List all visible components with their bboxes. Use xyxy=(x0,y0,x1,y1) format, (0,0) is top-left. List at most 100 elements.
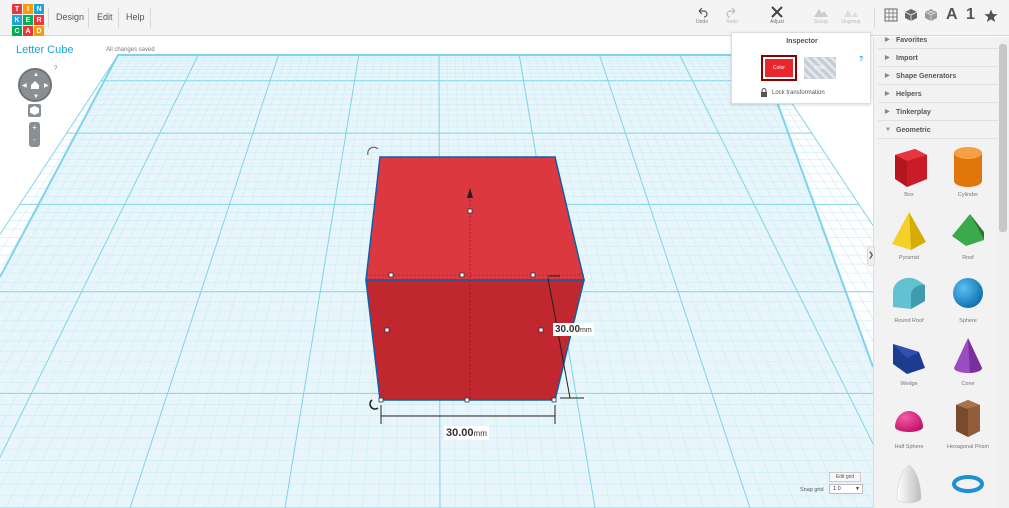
section-import[interactable]: ▶ Import xyxy=(878,50,1000,67)
resize-handle xyxy=(551,397,557,403)
home-icon[interactable] xyxy=(30,80,40,90)
shape-half-sphere[interactable]: Half Sphere xyxy=(879,397,939,450)
resize-handle xyxy=(384,327,390,333)
box-icon xyxy=(895,149,927,187)
shape-paraboloid[interactable] xyxy=(879,462,939,506)
dropdown-arrow-icon: ▼ xyxy=(855,486,860,492)
tinkercad-editor: TIN KER CAD Design Edit Help Undo Redo A… xyxy=(0,0,1009,508)
shape-roof[interactable]: Roof xyxy=(938,208,998,261)
workplane-grid xyxy=(0,54,873,508)
inspector-panel: Inspector Color Hole ? Lock transformati… xyxy=(731,32,871,104)
half-sphere-icon xyxy=(895,411,923,432)
navigation-help[interactable]: ? xyxy=(54,66,57,72)
resize-handle xyxy=(530,272,536,278)
number-tool-button[interactable]: 1 xyxy=(966,6,975,24)
shape-box[interactable]: Box xyxy=(879,145,939,198)
wedge-icon xyxy=(893,344,925,374)
pyramid-icon xyxy=(892,212,926,250)
edit-grid-button[interactable]: Edit grid xyxy=(829,472,861,482)
hole-button[interactable]: Hole xyxy=(804,57,836,79)
hexagonal-prism-icon xyxy=(956,400,980,437)
snap-grid-label: Snap grid xyxy=(800,487,824,493)
solid-cube-icon[interactable] xyxy=(904,8,918,22)
menu-design[interactable]: Design xyxy=(56,12,84,22)
shape-cone[interactable]: Cone xyxy=(938,334,998,387)
adjust-icon xyxy=(771,6,783,18)
chevron-right-icon: ▶ xyxy=(885,55,890,61)
section-geometric[interactable]: ▼ Geometric xyxy=(878,122,1000,139)
orbit-left-icon[interactable]: ◀ xyxy=(22,83,27,89)
undo-button[interactable]: Undo xyxy=(688,6,716,25)
undo-icon xyxy=(698,7,708,18)
tinkercad-logo[interactable]: TIN KER CAD xyxy=(12,4,44,36)
shape-hexagonal-prism[interactable]: Hexagonal Prism xyxy=(938,397,998,450)
snap-grid-select[interactable]: 1.0 ▼ xyxy=(829,484,863,494)
color-swatch: Color xyxy=(765,59,793,77)
orbit-up-icon[interactable]: ▲ xyxy=(33,72,39,78)
resize-handle xyxy=(467,208,473,214)
shape-pyramid[interactable]: Pyramid xyxy=(879,208,939,261)
redo-button[interactable]: Redo xyxy=(718,6,746,25)
orbit-right-icon[interactable]: ▶ xyxy=(44,83,49,89)
lock-icon xyxy=(761,88,767,97)
section-tinkerplay[interactable]: ▶ Tinkerplay xyxy=(878,104,1000,121)
chevron-right-icon: ▶ xyxy=(885,37,890,43)
save-status: All changes saved xyxy=(106,47,155,53)
star-icon[interactable] xyxy=(984,9,998,23)
sphere-icon xyxy=(953,278,983,308)
cube-view-icon xyxy=(30,106,39,115)
chevron-right-icon: ▶ xyxy=(885,91,890,97)
zoom-out-button[interactable]: - xyxy=(29,134,40,146)
group-icon xyxy=(814,9,828,17)
workplane-icon[interactable] xyxy=(884,8,898,22)
menu-help[interactable]: Help xyxy=(126,12,145,22)
chevron-right-icon: ▶ xyxy=(885,73,890,79)
torus-icon xyxy=(952,475,984,493)
chevron-right-icon: ❯ xyxy=(868,252,874,259)
paraboloid-icon xyxy=(896,464,922,504)
group-button[interactable]: Group xyxy=(807,6,835,25)
lock-transformation-toggle[interactable]: Lock transformation xyxy=(760,88,825,97)
section-shape-generators[interactable]: ▶ Shape Generators xyxy=(878,68,1000,85)
round-roof-icon xyxy=(893,277,925,309)
resize-handle xyxy=(464,397,470,403)
design-title[interactable]: Letter Cube xyxy=(16,44,73,56)
resize-handle xyxy=(388,272,394,278)
redo-icon xyxy=(726,7,736,18)
resize-handle xyxy=(378,397,384,403)
adjust-button[interactable]: Adjust xyxy=(763,6,791,25)
view-cube-button[interactable] xyxy=(28,104,41,117)
section-helpers[interactable]: ▶ Helpers xyxy=(878,86,1000,103)
workplane-viewport[interactable] xyxy=(0,37,873,508)
top-toolbar: TIN KER CAD Design Edit Help Undo Redo A… xyxy=(0,0,1009,36)
orbit-down-icon[interactable]: ▼ xyxy=(33,94,39,100)
scrollbar-thumb[interactable] xyxy=(999,44,1007,232)
orbit-control[interactable]: ▲ ▼ ◀ ▶ xyxy=(18,68,52,102)
width-dimension-label[interactable]: 30.00mm xyxy=(444,426,489,440)
shape-sphere[interactable]: Sphere xyxy=(938,271,998,324)
shapes-panel: ▶ Favorites ▶ Import ▶ Shape Generators ▶ He… xyxy=(873,37,1009,508)
zoom-in-button[interactable]: + xyxy=(29,122,40,134)
ungroup-button[interactable]: Ungroup xyxy=(837,6,865,25)
chevron-down-icon: ▼ xyxy=(885,127,891,133)
color-button[interactable]: Color xyxy=(761,55,797,81)
resize-handle xyxy=(538,327,544,333)
roof-icon xyxy=(952,214,984,246)
shape-cylinder[interactable]: Cylinder xyxy=(938,145,998,198)
inspector-title: Inspector xyxy=(786,38,818,45)
cylinder-icon xyxy=(954,147,982,187)
chevron-right-icon: ▶ xyxy=(885,109,890,115)
ungroup-icon xyxy=(844,10,858,17)
shape-wedge[interactable]: Wedge xyxy=(879,334,939,387)
inspector-help[interactable]: ? xyxy=(859,56,863,63)
depth-dimension-label[interactable]: 30.00mm xyxy=(553,323,594,336)
shape-torus[interactable] xyxy=(938,462,998,506)
wire-cube-icon[interactable] xyxy=(924,8,938,22)
shape-round-roof[interactable]: Round Roof xyxy=(879,271,939,324)
section-favorites[interactable]: ▶ Favorites xyxy=(878,32,1000,49)
menu-edit[interactable]: Edit xyxy=(97,12,113,22)
text-tool-button[interactable]: A xyxy=(946,6,958,24)
collapse-panel-button[interactable]: ❯ xyxy=(867,246,875,266)
resize-handle xyxy=(459,272,465,278)
cube-top-face xyxy=(365,156,585,281)
